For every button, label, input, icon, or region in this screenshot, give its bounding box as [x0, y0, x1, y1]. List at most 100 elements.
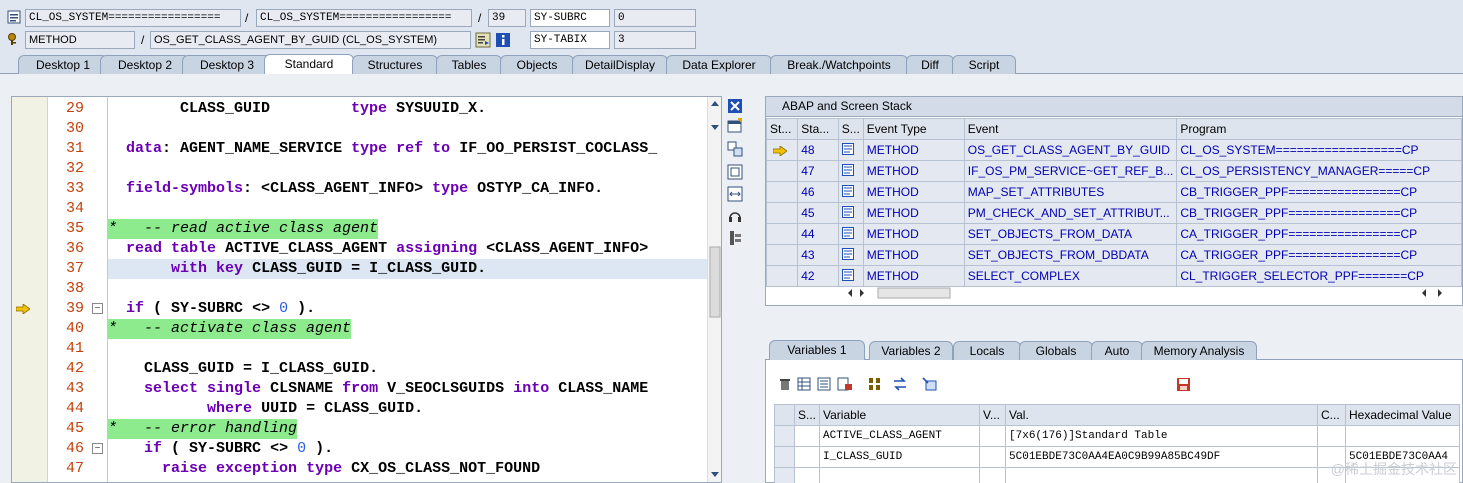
variable-name-cell[interactable]: I_CLASS_GUID	[819, 446, 981, 468]
close-icon[interactable]	[727, 98, 743, 114]
stack-row[interactable]: 46 METHOD MAP_SET_ATTRIBUTES CB_TRIGGER_PPF…	[765, 181, 1462, 203]
info-icon[interactable]	[495, 32, 511, 48]
stack-column-header[interactable]: Event	[963, 118, 1178, 140]
transfer-icon[interactable]	[892, 377, 908, 391]
stack-column-header[interactable]: Event Type	[862, 118, 965, 140]
variable-column-header[interactable]: S...	[793, 404, 821, 426]
group-icon[interactable]	[867, 377, 883, 391]
code-line[interactable]	[108, 339, 707, 359]
code-line[interactable]: if ( SY-SUBRC <> 0 ).	[108, 299, 707, 319]
save-icon[interactable]	[1176, 377, 1191, 392]
headset-icon[interactable]	[727, 208, 743, 224]
breakpoint-gutter[interactable]	[12, 97, 48, 482]
stack-event-cell[interactable]: MAP_SET_ATTRIBUTES	[963, 181, 1178, 203]
navigate-icon[interactable]	[475, 32, 491, 48]
tab-standard[interactable]: Standard	[264, 54, 354, 75]
code-line[interactable]: CLASS_GUID type SYSUUID_X.	[108, 99, 707, 119]
tab-breakpoints[interactable]: Break./Watchpoints	[770, 55, 908, 74]
tab-objects[interactable]: Objects	[500, 55, 574, 74]
stack-horizontal-scrollbar[interactable]	[842, 286, 1454, 300]
code-line[interactable]	[108, 119, 707, 139]
variable-value-cell[interactable]	[1005, 467, 1319, 483]
code-line[interactable]: data: AGENT_NAME_SERVICE type ref to IF_…	[108, 139, 707, 159]
stack-row[interactable]: 44 METHOD SET_OBJECTS_FROM_DATA CA_TRIGGER_…	[765, 223, 1462, 245]
code-line[interactable]: where UUID = CLASS_GUID.	[108, 399, 707, 419]
stack-event-cell[interactable]: SET_OBJECTS_FROM_DATA	[963, 223, 1178, 245]
stack-event-cell[interactable]: SELECT_COMPLEX	[963, 265, 1178, 287]
tab-desktop-1[interactable]: Desktop 1	[18, 55, 108, 74]
stack-event-cell[interactable]: OS_GET_CLASS_AGENT_BY_GUID	[963, 139, 1178, 161]
source-code-editor[interactable]: 29 30 31 32 33 34 35 36 37 38 39 40 41 42 43 44 45 46 47 C…	[11, 96, 722, 483]
export-icon[interactable]	[837, 377, 853, 391]
main-program-field[interactable]: CL_OS_SYSTEM=================	[25, 9, 241, 27]
tab-detail-display[interactable]: DetailDisplay	[572, 55, 668, 74]
delete-icon[interactable]	[778, 377, 792, 391]
stack-row[interactable]: 43 METHOD SET_OBJECTS_FROM_DBDATA CA_TRIGGE…	[765, 244, 1462, 266]
editor-vertical-scrollbar[interactable]	[707, 97, 721, 482]
stack-event-cell[interactable]: SET_OBJECTS_FROM_DBDATA	[963, 244, 1178, 266]
fold-toggle[interactable]: −	[92, 443, 103, 454]
event-name-field[interactable]: OS_GET_CLASS_AGENT_BY_GUID (CL_OS_SYSTEM…	[150, 31, 471, 49]
variable-value-cell[interactable]: 5C01EBDE73C0AA4EA0C9B99A85BC49DF	[1005, 446, 1319, 468]
list-icon[interactable]	[817, 377, 831, 391]
stack-column-header[interactable]: St...	[765, 118, 799, 140]
tab-globals[interactable]: Globals	[1019, 341, 1093, 360]
variable-column-header[interactable]: Val.	[1005, 404, 1319, 426]
code-line[interactable]	[108, 279, 707, 299]
sysvar-name-field[interactable]: SY-SUBRC	[530, 9, 610, 27]
variable-row[interactable]: ACTIVE_CLASS_AGENT [7x6(176)]Standard Tab…	[774, 425, 1461, 447]
sysvar-name-field-2[interactable]: SY-TABIX	[530, 31, 610, 49]
variable-column-header[interactable]	[774, 404, 795, 426]
variable-name-cell[interactable]	[819, 467, 981, 483]
stack-column-header[interactable]: Program	[1176, 118, 1462, 140]
code-line[interactable]: read table ACTIVE_CLASS_AGENT assigning …	[108, 239, 707, 259]
table-icon[interactable]	[797, 377, 811, 391]
variable-select-cell[interactable]	[774, 425, 795, 447]
tab-memory-analysis[interactable]: Memory Analysis	[1141, 341, 1257, 360]
variable-column-header[interactable]: Variable	[819, 404, 981, 426]
variable-select-cell[interactable]	[774, 467, 795, 483]
swap-windows-icon[interactable]	[727, 141, 743, 157]
tab-diff[interactable]: Diff	[906, 55, 954, 74]
code-line[interactable]: select single CLSNAME from V_SEOCLSGUIDS…	[108, 379, 707, 399]
variable-column-header[interactable]: Hexadecimal Value	[1345, 404, 1461, 426]
sysvar-value-field[interactable]: 0	[614, 9, 696, 27]
code-line[interactable]: if ( SY-SUBRC <> 0 ).	[108, 439, 707, 459]
code-line[interactable]: with key CLASS_GUID = I_CLASS_GUID.	[108, 259, 707, 279]
tab-locals[interactable]: Locals	[953, 341, 1021, 360]
event-type-field[interactable]: METHOD	[25, 31, 135, 49]
code-line[interactable]: field-symbols: <CLASS_AGENT_INFO> type O…	[108, 179, 707, 199]
line-number-field[interactable]: 39	[488, 9, 526, 27]
stack-column-header[interactable]: Sta...	[797, 118, 839, 140]
stack-event-cell[interactable]: IF_OS_PM_SERVICE~GET_REF_B...	[963, 160, 1178, 182]
comment-line[interactable]: * -- read active class agent	[108, 219, 379, 239]
tab-data-explorer[interactable]: Data Explorer	[666, 55, 772, 74]
tab-auto[interactable]: Auto	[1091, 341, 1143, 360]
settings-icon[interactable]	[727, 230, 743, 246]
tab-variables-1[interactable]: Variables 1	[769, 340, 865, 361]
code-line[interactable]	[108, 199, 707, 219]
comment-line[interactable]: * -- activate class agent	[108, 319, 352, 339]
variable-column-header[interactable]: V...	[979, 404, 1007, 426]
tab-script[interactable]: Script	[952, 55, 1016, 74]
stack-row[interactable]: 45 METHOD PM_CHECK_AND_SET_ATTRIBUT... CB_T…	[765, 202, 1462, 224]
code-line[interactable]	[108, 159, 707, 179]
code-line[interactable]: raise exception type CX_OS_CLASS_NOT_FOU…	[108, 459, 707, 479]
sysvar-value-field-2[interactable]: 3	[614, 31, 696, 49]
stack-column-header[interactable]: S...	[837, 118, 864, 140]
variable-select-cell[interactable]	[774, 446, 795, 468]
code-line[interactable]: CLASS_GUID = I_CLASS_GUID.	[108, 359, 707, 379]
fold-toggle[interactable]: −	[92, 303, 103, 314]
variable-column-header[interactable]: C...	[1317, 404, 1347, 426]
stack-row[interactable]: 42 METHOD SELECT_COMPLEX CL_TRIGGER_SELECTO…	[765, 265, 1462, 287]
stack-row[interactable]: 48 METHOD OS_GET_CLASS_AGENT_BY_GUID CL_OS_…	[765, 139, 1462, 161]
tab-variables-2[interactable]: Variables 2	[869, 341, 953, 360]
stack-event-cell[interactable]: PM_CHECK_AND_SET_ATTRIBUT...	[963, 202, 1178, 224]
maximize-icon[interactable]	[727, 164, 743, 180]
tab-desktop-3[interactable]: Desktop 3	[182, 55, 272, 74]
tab-desktop-2[interactable]: Desktop 2	[100, 55, 190, 74]
new-window-icon[interactable]	[727, 118, 743, 134]
comment-line[interactable]: * -- error handling	[108, 419, 298, 439]
tab-structures[interactable]: Structures	[352, 55, 438, 74]
variable-value-cell[interactable]: [7x6(176)]Standard Table	[1005, 425, 1319, 447]
